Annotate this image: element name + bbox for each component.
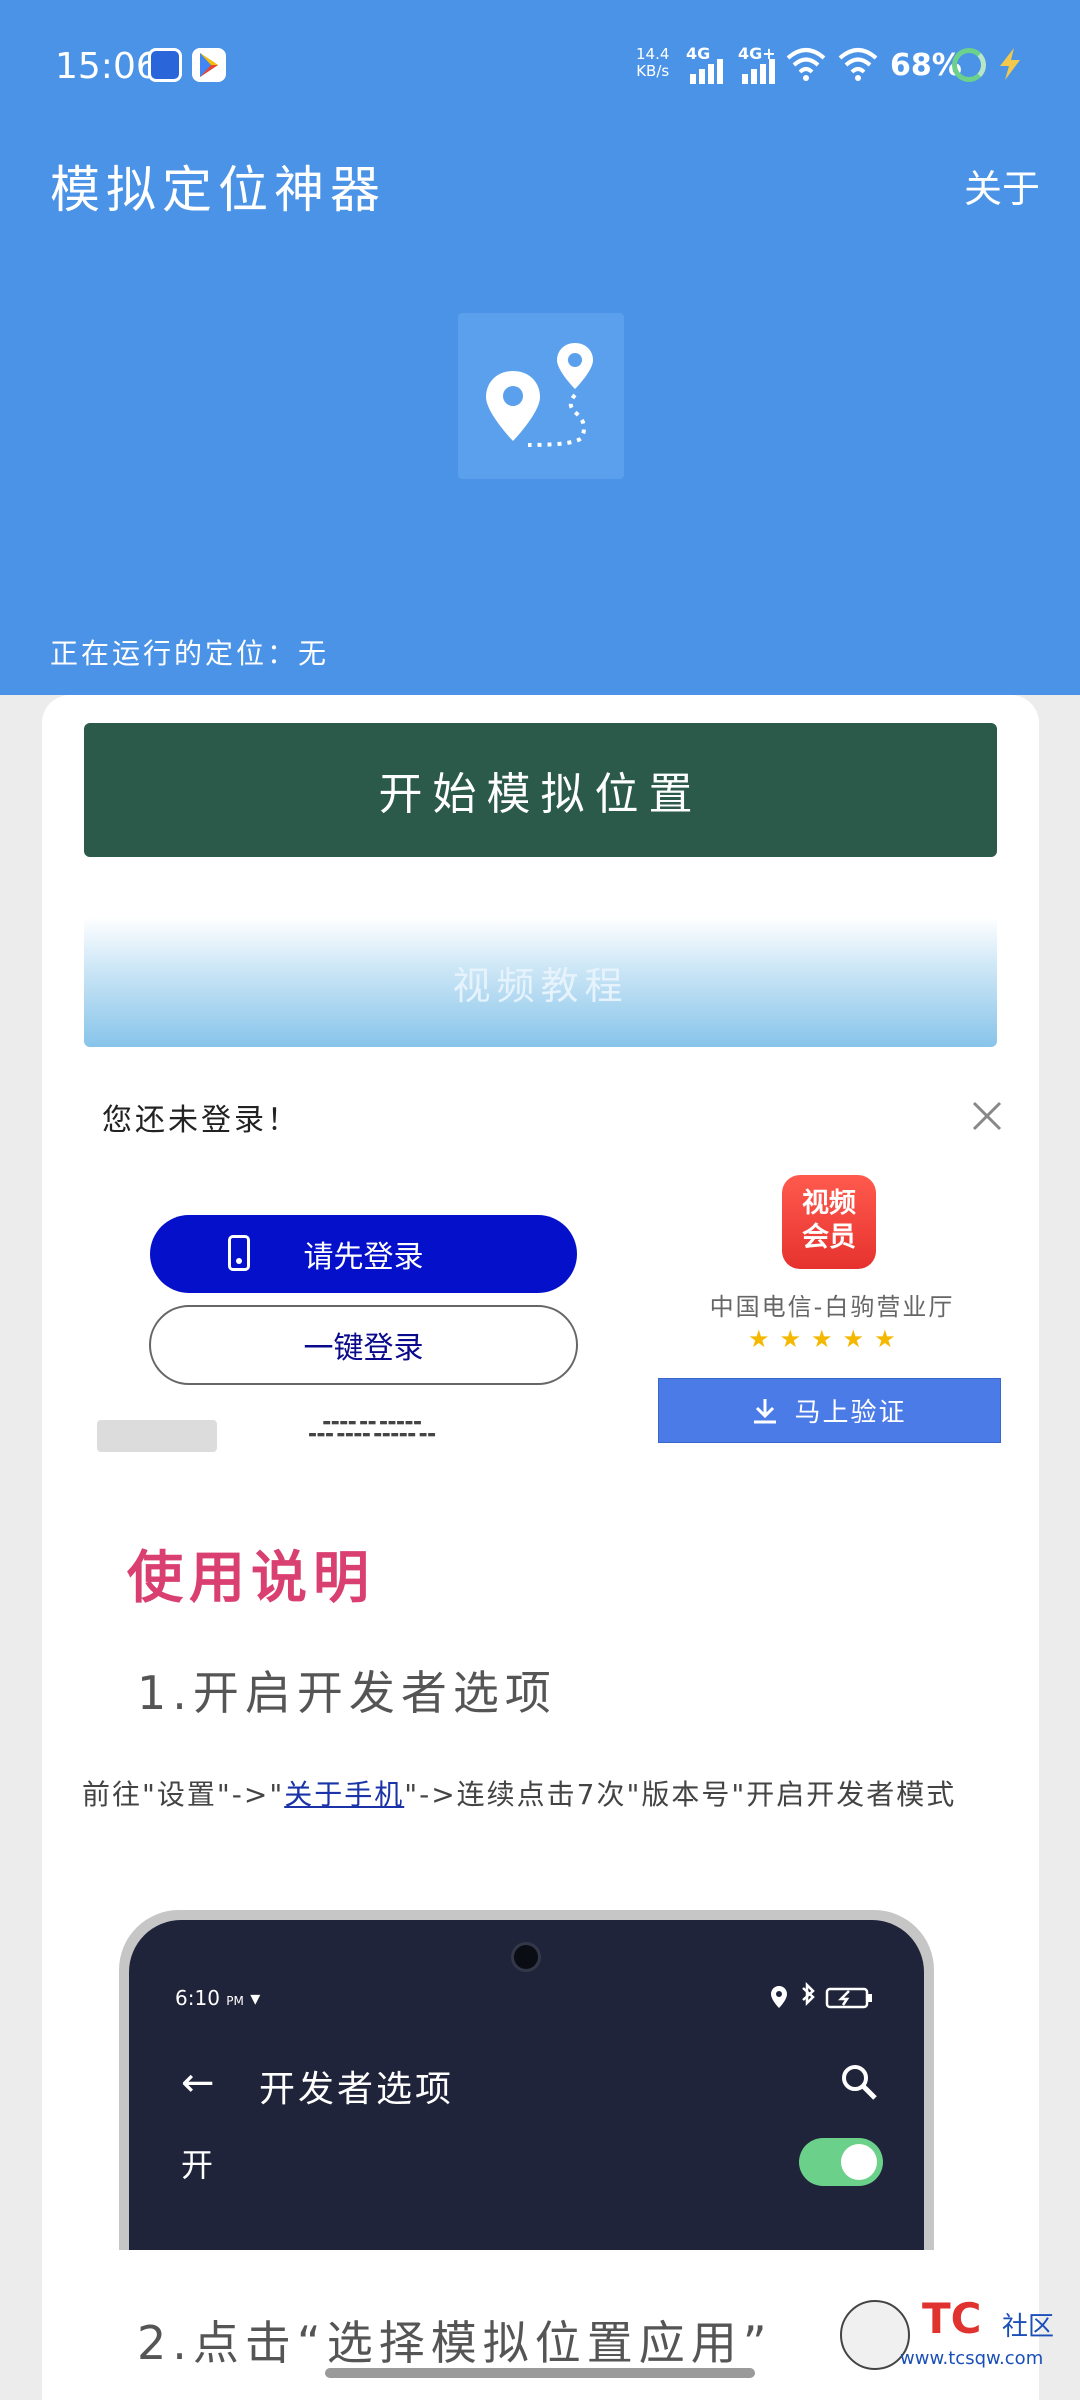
ad-fine-print: ▬▬▬▬ ▬▬ ▬▬▬▬▬ ▬▬▬ ▬▬▬▬ ▬▬▬▬▬ ▬▬ xyxy=(308,1418,436,1440)
app-logo xyxy=(458,313,624,479)
video-tutorial-button[interactable]: 视频教程 xyxy=(84,917,997,1047)
wifi-icon xyxy=(786,48,826,81)
step-2-heading: 2.点击“选择模拟位置应用” xyxy=(137,2316,773,2370)
phone-status-icons xyxy=(769,1981,879,2016)
battery-ring-icon xyxy=(952,48,986,82)
back-arrow-icon[interactable]: ← xyxy=(181,2060,215,2106)
verify-button-label: 马上验证 xyxy=(794,1398,907,1428)
phone-icon xyxy=(228,1235,250,1271)
header: 15:06 14.4 KB/s 4G 4G+ 68% 模拟定位神器 关于 正在运… xyxy=(0,0,1080,695)
verify-button[interactable]: 马上验证 xyxy=(658,1378,1001,1443)
about-button[interactable]: 关于 xyxy=(964,158,1040,213)
camera-icon xyxy=(511,1942,541,1972)
step-1-heading: 1.开启开发者选项 xyxy=(137,1666,557,1720)
phone-screen: 6:10 PM ▾ ← 开发者选项 开 xyxy=(129,1920,924,2250)
phone-time: 6:10 PM ▾ xyxy=(175,1986,261,2010)
tcsqw-watermark: TC 社区 www.tcsqw.com xyxy=(830,2290,1070,2380)
watermark-url: www.tcsqw.com xyxy=(900,2348,1044,2369)
login-prompt-text: 您还未登录！ xyxy=(102,1103,300,1138)
about-phone-link[interactable]: 关于手机 xyxy=(284,1778,404,1811)
watermark-club: 社区 xyxy=(1002,2312,1055,2342)
close-icon[interactable] xyxy=(970,1099,1004,1133)
usage-title: 使用说明 xyxy=(127,1546,375,1611)
network-speed: 14.4 KB/s xyxy=(636,45,670,80)
search-icon[interactable] xyxy=(839,2062,879,2102)
watermark-tc: TC xyxy=(922,2294,982,2343)
location-route-icon xyxy=(486,343,593,447)
ad-grey-block xyxy=(97,1420,217,1452)
login-button[interactable]: 请先登录 xyxy=(150,1215,577,1293)
running-location: 正在运行的定位：无 xyxy=(50,637,330,670)
shield-icon xyxy=(148,48,182,82)
status-time: 15:06 xyxy=(55,46,159,87)
step-1-description: 前往"设置"->"关于手机"->连续点击7次"版本号"开启开发者模式 xyxy=(82,1778,957,1811)
bluetooth-icon xyxy=(802,1981,815,2007)
on-label: 开 xyxy=(181,2146,214,2184)
start-simulation-button[interactable]: 开始模拟位置 xyxy=(84,723,997,857)
play-store-icon xyxy=(192,48,226,82)
login-button-label: 请先登录 xyxy=(303,1240,424,1275)
shop-name: 中国电信-白驹营业厅 xyxy=(709,1293,955,1321)
signal-icon-2: 4G+ xyxy=(738,44,782,84)
status-bar: 15:06 14.4 KB/s 4G 4G+ 68% xyxy=(0,0,1080,130)
wifi-icon-2 xyxy=(838,48,878,81)
one-key-login-button[interactable]: 一键登录 xyxy=(149,1305,578,1385)
phone-screenshot: 6:10 PM ▾ ← 开发者选项 开 xyxy=(119,1910,934,2250)
home-indicator[interactable] xyxy=(325,2368,755,2378)
app-title: 模拟定位神器 xyxy=(50,161,386,219)
phone-page-title: 开发者选项 xyxy=(259,2069,455,2110)
video-vip-icon: 视频 会员 xyxy=(782,1175,876,1269)
app-root: 15:06 14.4 KB/s 4G 4G+ 68% 模拟定位神器 关于 正在运… xyxy=(0,0,1080,2400)
developer-options-toggle[interactable] xyxy=(799,2138,883,2186)
rating-stars: ★★★★★ xyxy=(748,1325,906,1353)
download-icon xyxy=(754,1398,777,1423)
charging-bolt-icon xyxy=(1000,48,1020,80)
signal-icon-1: 4G xyxy=(686,44,730,84)
content-card: 开始模拟位置 视频教程 您还未登录！ 请先登录 一键登录 ▬▬▬▬ ▬▬ ▬▬▬… xyxy=(42,695,1039,2400)
